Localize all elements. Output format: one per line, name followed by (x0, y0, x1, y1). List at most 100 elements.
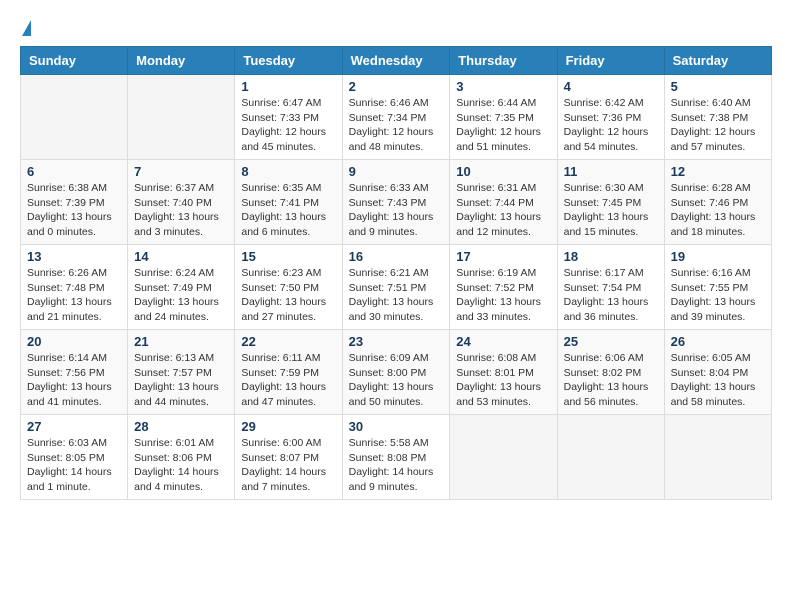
calendar-header-row: SundayMondayTuesdayWednesdayThursdayFrid… (21, 47, 772, 75)
day-number: 20 (27, 334, 121, 349)
week-row-4: 20 Sunrise: 6:14 AM Sunset: 7:56 PM Dayli… (21, 330, 772, 415)
calendar-cell: 1 Sunrise: 6:47 AM Sunset: 7:33 PM Daylig… (235, 75, 342, 160)
calendar-cell: 30 Sunrise: 5:58 AM Sunset: 8:08 PM Dayli… (342, 415, 450, 500)
day-number: 7 (134, 164, 228, 179)
calendar-cell: 28Sunrise: 6:01 AM Sunset: 8:06 PM Dayli… (128, 415, 235, 500)
day-number: 14 (134, 249, 228, 264)
calendar-cell: 22Sunrise: 6:11 AM Sunset: 7:59 PM Dayli… (235, 330, 342, 415)
day-info: Sunrise: 6:24 AM Sunset: 7:49 PM Dayligh… (134, 266, 228, 325)
day-number: 18 (564, 249, 658, 264)
calendar-cell: 14 Sunrise: 6:24 AM Sunset: 7:49 PM Dayli… (128, 245, 235, 330)
day-info: Sunrise: 6:09 AM Sunset: 8:00 PM Dayligh… (349, 351, 444, 410)
day-number: 4 (564, 79, 658, 94)
day-info: Sunrise: 6:17 AM Sunset: 7:54 PM Dayligh… (564, 266, 658, 325)
calendar-cell: 19 Sunrise: 6:16 AM Sunset: 7:55 PM Dayli… (664, 245, 771, 330)
week-row-1: 1 Sunrise: 6:47 AM Sunset: 7:33 PM Daylig… (21, 75, 772, 160)
day-number: 23 (349, 334, 444, 349)
day-info: Sunrise: 6:38 AM Sunset: 7:39 PM Dayligh… (27, 181, 121, 240)
calendar-cell: 12 Sunrise: 6:28 AM Sunset: 7:46 PM Dayli… (664, 160, 771, 245)
week-row-5: 27 Sunrise: 6:03 AM Sunset: 8:05 PM Dayli… (21, 415, 772, 500)
day-info: Sunrise: 6:42 AM Sunset: 7:36 PM Dayligh… (564, 96, 658, 155)
day-number: 30 (349, 419, 444, 434)
day-number: 12 (671, 164, 765, 179)
day-number: 10 (456, 164, 550, 179)
calendar-cell: 26Sunrise: 6:05 AM Sunset: 8:04 PM Dayli… (664, 330, 771, 415)
day-info: Sunrise: 6:33 AM Sunset: 7:43 PM Dayligh… (349, 181, 444, 240)
calendar-cell: 24 Sunrise: 6:08 AM Sunset: 8:01 PM Dayli… (450, 330, 557, 415)
calendar-cell: 18 Sunrise: 6:17 AM Sunset: 7:54 PM Dayli… (557, 245, 664, 330)
weekday-header-sunday: Sunday (21, 47, 128, 75)
calendar-cell: 10 Sunrise: 6:31 AM Sunset: 7:44 PM Dayli… (450, 160, 557, 245)
calendar-cell: 13 Sunrise: 6:26 AM Sunset: 7:48 PM Dayli… (21, 245, 128, 330)
week-row-3: 13 Sunrise: 6:26 AM Sunset: 7:48 PM Dayli… (21, 245, 772, 330)
day-number: 21 (134, 334, 228, 349)
weekday-header-friday: Friday (557, 47, 664, 75)
day-info: Sunrise: 6:30 AM Sunset: 7:45 PM Dayligh… (564, 181, 658, 240)
day-info: Sunrise: 6:16 AM Sunset: 7:55 PM Dayligh… (671, 266, 765, 325)
calendar-cell: 6 Sunrise: 6:38 AM Sunset: 7:39 PM Daylig… (21, 160, 128, 245)
calendar-cell: 23 Sunrise: 6:09 AM Sunset: 8:00 PM Dayli… (342, 330, 450, 415)
calendar-cell: 11 Sunrise: 6:30 AM Sunset: 7:45 PM Dayli… (557, 160, 664, 245)
day-number: 29 (241, 419, 335, 434)
day-info: Sunrise: 6:46 AM Sunset: 7:34 PM Dayligh… (349, 96, 444, 155)
day-number: 25 (564, 334, 658, 349)
calendar-cell: 27 Sunrise: 6:03 AM Sunset: 8:05 PM Dayli… (21, 415, 128, 500)
calendar-cell: 5 Sunrise: 6:40 AM Sunset: 7:38 PM Daylig… (664, 75, 771, 160)
day-info: Sunrise: 6:31 AM Sunset: 7:44 PM Dayligh… (456, 181, 550, 240)
calendar-table: SundayMondayTuesdayWednesdayThursdayFrid… (20, 46, 772, 500)
day-info: Sunrise: 6:05 AM Sunset: 8:04 PM Dayligh… (671, 351, 765, 410)
calendar-cell: 16Sunrise: 6:21 AM Sunset: 7:51 PM Dayli… (342, 245, 450, 330)
day-number: 24 (456, 334, 550, 349)
day-info: Sunrise: 6:40 AM Sunset: 7:38 PM Dayligh… (671, 96, 765, 155)
day-info: Sunrise: 6:44 AM Sunset: 7:35 PM Dayligh… (456, 96, 550, 155)
day-info: Sunrise: 6:13 AM Sunset: 7:57 PM Dayligh… (134, 351, 228, 410)
calendar-cell: 3 Sunrise: 6:44 AM Sunset: 7:35 PM Daylig… (450, 75, 557, 160)
day-info: Sunrise: 6:00 AM Sunset: 8:07 PM Dayligh… (241, 436, 335, 495)
weekday-header-wednesday: Wednesday (342, 47, 450, 75)
day-info: Sunrise: 6:35 AM Sunset: 7:41 PM Dayligh… (241, 181, 335, 240)
day-number: 8 (241, 164, 335, 179)
calendar-cell: 7Sunrise: 6:37 AM Sunset: 7:40 PM Daylig… (128, 160, 235, 245)
logo (20, 20, 33, 36)
calendar-cell: 20 Sunrise: 6:14 AM Sunset: 7:56 PM Dayli… (21, 330, 128, 415)
calendar-cell (557, 415, 664, 500)
day-number: 19 (671, 249, 765, 264)
day-number: 11 (564, 164, 658, 179)
weekday-header-thursday: Thursday (450, 47, 557, 75)
calendar-cell: 9 Sunrise: 6:33 AM Sunset: 7:43 PM Daylig… (342, 160, 450, 245)
day-number: 3 (456, 79, 550, 94)
calendar-cell: 25 Sunrise: 6:06 AM Sunset: 8:02 PM Dayli… (557, 330, 664, 415)
day-number: 6 (27, 164, 121, 179)
calendar-cell: 21 Sunrise: 6:13 AM Sunset: 7:57 PM Dayli… (128, 330, 235, 415)
day-number: 2 (349, 79, 444, 94)
calendar-cell (450, 415, 557, 500)
day-info: Sunrise: 6:08 AM Sunset: 8:01 PM Dayligh… (456, 351, 550, 410)
day-number: 1 (241, 79, 335, 94)
day-number: 15 (241, 249, 335, 264)
day-info: Sunrise: 6:26 AM Sunset: 7:48 PM Dayligh… (27, 266, 121, 325)
day-info: Sunrise: 6:03 AM Sunset: 8:05 PM Dayligh… (27, 436, 121, 495)
day-number: 13 (27, 249, 121, 264)
day-info: Sunrise: 6:14 AM Sunset: 7:56 PM Dayligh… (27, 351, 121, 410)
day-number: 27 (27, 419, 121, 434)
calendar-cell: 29 Sunrise: 6:00 AM Sunset: 8:07 PM Dayli… (235, 415, 342, 500)
weekday-header-saturday: Saturday (664, 47, 771, 75)
calendar-cell: 15 Sunrise: 6:23 AM Sunset: 7:50 PM Dayli… (235, 245, 342, 330)
day-info: Sunrise: 6:19 AM Sunset: 7:52 PM Dayligh… (456, 266, 550, 325)
week-row-2: 6 Sunrise: 6:38 AM Sunset: 7:39 PM Daylig… (21, 160, 772, 245)
day-info: Sunrise: 6:06 AM Sunset: 8:02 PM Dayligh… (564, 351, 658, 410)
day-info: Sunrise: 6:11 AM Sunset: 7:59 PM Dayligh… (241, 351, 335, 410)
day-info: Sunrise: 6:23 AM Sunset: 7:50 PM Dayligh… (241, 266, 335, 325)
day-number: 9 (349, 164, 444, 179)
day-info: Sunrise: 5:58 AM Sunset: 8:08 PM Dayligh… (349, 436, 444, 495)
day-info: Sunrise: 6:28 AM Sunset: 7:46 PM Dayligh… (671, 181, 765, 240)
day-info: Sunrise: 6:01 AM Sunset: 8:06 PM Dayligh… (134, 436, 228, 495)
day-number: 16 (349, 249, 444, 264)
logo-triangle-icon (22, 20, 31, 36)
day-number: 5 (671, 79, 765, 94)
day-info: Sunrise: 6:47 AM Sunset: 7:33 PM Dayligh… (241, 96, 335, 155)
day-number: 17 (456, 249, 550, 264)
calendar-cell: 8 Sunrise: 6:35 AM Sunset: 7:41 PM Daylig… (235, 160, 342, 245)
calendar-cell: 2 Sunrise: 6:46 AM Sunset: 7:34 PM Daylig… (342, 75, 450, 160)
calendar-cell (128, 75, 235, 160)
